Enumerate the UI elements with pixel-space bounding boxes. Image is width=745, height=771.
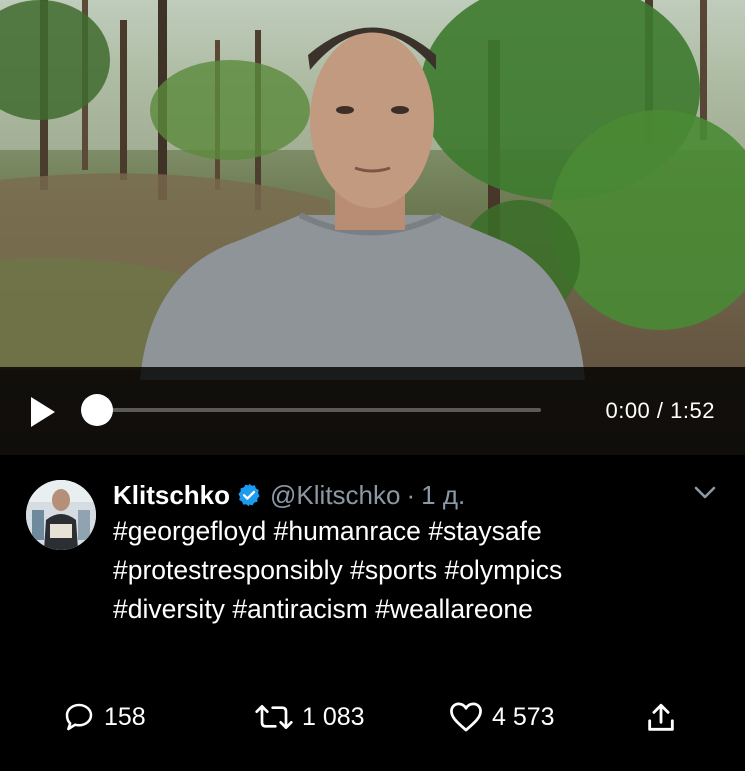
- verified-badge-icon: [238, 483, 260, 507]
- play-button[interactable]: [28, 395, 58, 429]
- play-icon: [31, 397, 55, 427]
- chevron-down-icon[interactable]: [693, 485, 717, 501]
- like-button[interactable]: 4 573: [448, 701, 555, 733]
- timestamp[interactable]: 1 д.: [421, 480, 465, 511]
- hashtag[interactable]: #humanrace: [274, 516, 421, 546]
- hashtag[interactable]: #olympics: [444, 555, 562, 585]
- retweet-count: 1 083: [302, 702, 365, 731]
- tweet-header: Klitschko @Klitschko · 1 д.: [113, 477, 465, 513]
- heart-icon: [450, 702, 482, 732]
- hashtag[interactable]: #antiracism: [232, 594, 368, 624]
- reply-icon: [65, 703, 93, 731]
- reply-count: 158: [104, 702, 146, 731]
- reply-button[interactable]: 158: [62, 701, 146, 733]
- tweet-text: #georgefloyd #humanrace #staysafe #prote…: [113, 512, 713, 629]
- progress-handle[interactable]: [81, 394, 113, 426]
- avatar-image: [26, 480, 96, 550]
- share-button[interactable]: [644, 701, 686, 735]
- hashtag[interactable]: #weallareone: [375, 594, 533, 624]
- hashtag[interactable]: #protestresponsibly: [113, 555, 343, 585]
- current-time: 0:00: [605, 398, 651, 423]
- tweet-line: #protestresponsibly #sports #olympics: [113, 551, 713, 590]
- retweet-icon: [255, 705, 293, 729]
- separator-dot: ·: [406, 479, 416, 510]
- hashtag[interactable]: #diversity: [113, 594, 225, 624]
- avatar[interactable]: [26, 480, 96, 550]
- hashtag[interactable]: #georgefloyd: [113, 516, 266, 546]
- time-readout: 0:00 / 1:52: [605, 398, 715, 424]
- tweet: Klitschko @Klitschko · 1 д. #georgefloyd…: [0, 455, 745, 771]
- action-bar: 158 1 083 4 573: [0, 695, 745, 745]
- tweet-line: #georgefloyd #humanrace #staysafe: [113, 512, 713, 551]
- retweet-button[interactable]: 1 083: [254, 701, 365, 733]
- progress-slider[interactable]: [81, 394, 541, 426]
- video-controls: 0:00 / 1:52: [0, 367, 745, 455]
- user-handle[interactable]: @Klitschko: [270, 480, 400, 511]
- duration: 1:52: [670, 398, 715, 423]
- display-name[interactable]: Klitschko: [113, 480, 230, 511]
- like-count: 4 573: [492, 702, 555, 731]
- hashtag[interactable]: #staysafe: [428, 516, 541, 546]
- video-player[interactable]: 0:00 / 1:52: [0, 0, 745, 455]
- hashtag[interactable]: #sports: [350, 555, 437, 585]
- tweet-line: #diversity #antiracism #weallareone: [113, 590, 713, 629]
- share-icon: [648, 703, 674, 731]
- time-separator: /: [656, 398, 664, 423]
